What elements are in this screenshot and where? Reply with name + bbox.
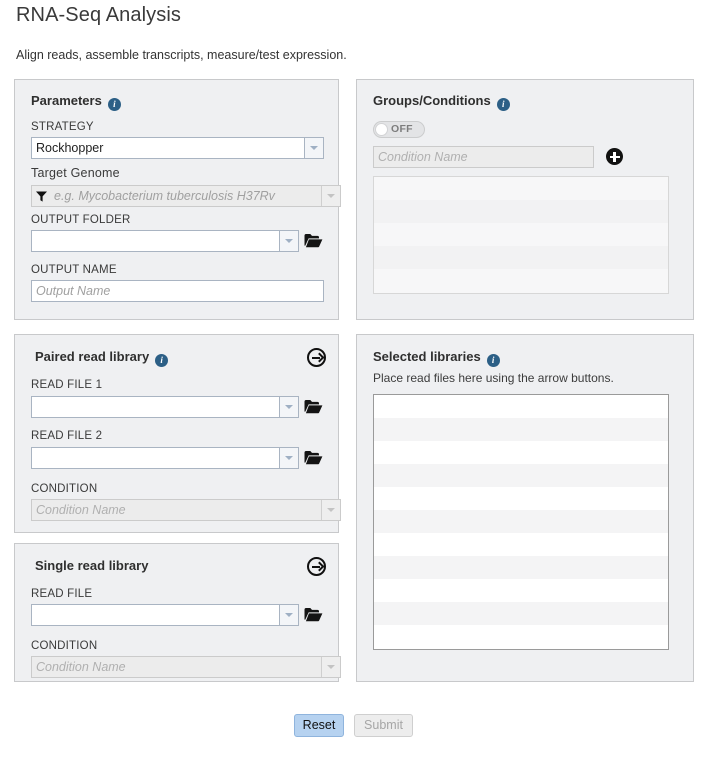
submit-button[interactable]: Submit: [354, 714, 413, 737]
paired-condition-value: Condition Name: [32, 500, 321, 520]
output-folder-label: OUTPUT FOLDER: [31, 214, 131, 226]
list-item[interactable]: [374, 487, 668, 510]
read-file-1-label: READ FILE 1: [31, 379, 102, 391]
target-genome-input[interactable]: e.g. Mycobacterium tuberculosis H37Rv: [50, 186, 321, 206]
paired-condition-label: CONDITION: [31, 483, 97, 495]
selected-libraries-list[interactable]: [373, 394, 669, 650]
reset-button[interactable]: Reset: [294, 714, 344, 737]
condition-name-field[interactable]: Condition Name: [373, 146, 594, 168]
list-item[interactable]: [374, 510, 668, 533]
chevron-down-icon[interactable]: [321, 657, 340, 677]
strategy-value: Rockhopper: [32, 138, 304, 158]
page-subtitle: Align reads, assemble transcripts, measu…: [16, 48, 347, 62]
list-item[interactable]: [374, 625, 668, 648]
chevron-down-icon[interactable]: [304, 138, 323, 158]
paired-read-library-title: Paired read library i: [35, 349, 168, 367]
read-file-1-value: [32, 397, 279, 417]
funnel-icon: [32, 186, 50, 206]
single-read-library-title: Single read library: [35, 558, 148, 573]
list-item[interactable]: [374, 556, 668, 579]
list-item[interactable]: [374, 223, 668, 246]
output-name-label: OUTPUT NAME: [31, 264, 117, 276]
rna-seq-analysis-page: RNA-Seq Analysis Align reads, assemble t…: [0, 0, 722, 759]
read-file-label: READ FILE: [31, 588, 92, 600]
target-genome-select[interactable]: e.g. Mycobacterium tuberculosis H37Rv: [31, 185, 341, 207]
chevron-down-icon[interactable]: [279, 231, 298, 251]
chevron-down-icon[interactable]: [279, 605, 298, 625]
read-file-select[interactable]: [31, 604, 299, 626]
toggle-label: OFF: [391, 122, 413, 137]
list-item[interactable]: [374, 177, 668, 200]
info-icon[interactable]: i: [487, 354, 500, 367]
output-name-field[interactable]: Output Name: [31, 280, 324, 302]
list-item[interactable]: [374, 269, 668, 292]
read-file-2-value: [32, 448, 279, 468]
paired-read-library-title-text: Paired read library: [35, 349, 149, 364]
strategy-select[interactable]: Rockhopper: [31, 137, 324, 159]
list-item[interactable]: [374, 579, 668, 602]
folder-icon[interactable]: [304, 399, 323, 414]
folder-icon[interactable]: [304, 450, 323, 465]
read-file-2-select[interactable]: [31, 447, 299, 469]
read-file-value: [32, 605, 279, 625]
parameters-title-text: Parameters: [31, 93, 102, 108]
selected-libraries-title-text: Selected libraries: [373, 349, 481, 364]
chevron-down-icon[interactable]: [321, 186, 340, 206]
info-icon[interactable]: i: [108, 98, 121, 111]
folder-icon[interactable]: [304, 233, 323, 248]
single-condition-select[interactable]: Condition Name: [31, 656, 341, 678]
folder-icon[interactable]: [304, 607, 323, 622]
list-item[interactable]: [374, 200, 668, 223]
add-condition-button[interactable]: [606, 148, 623, 165]
groups-conditions-title-text: Groups/Conditions: [373, 93, 491, 108]
single-condition-label: CONDITION: [31, 640, 97, 652]
arrow-right-circle-icon[interactable]: [307, 348, 326, 367]
groups-conditions-panel: Groups/Conditions i OFF Condition Name: [356, 79, 694, 320]
groups-conditions-title: Groups/Conditions i: [373, 93, 510, 111]
arrow-right-circle-icon[interactable]: [307, 557, 326, 576]
list-item[interactable]: [374, 418, 668, 441]
conditions-list[interactable]: [373, 176, 669, 294]
condition-name-input[interactable]: Condition Name: [374, 147, 593, 167]
read-file-2-label: READ FILE 2: [31, 430, 102, 442]
list-item[interactable]: [374, 246, 668, 269]
parameters-title: Parameters i: [31, 93, 121, 111]
output-name-input[interactable]: Output Name: [32, 281, 323, 301]
list-item[interactable]: [374, 464, 668, 487]
selected-libraries-subtitle: Place read files here using the arrow bu…: [373, 371, 614, 385]
output-folder-select[interactable]: [31, 230, 299, 252]
list-item[interactable]: [374, 441, 668, 464]
list-item[interactable]: [374, 533, 668, 556]
single-condition-value: Condition Name: [32, 657, 321, 677]
toggle-knob: [375, 123, 388, 136]
info-icon[interactable]: i: [497, 98, 510, 111]
list-item[interactable]: [374, 602, 668, 625]
list-item[interactable]: [374, 395, 668, 418]
chevron-down-icon[interactable]: [279, 448, 298, 468]
parameters-panel: Parameters i STRATEGY Rockhopper Target G…: [14, 79, 339, 320]
paired-condition-select[interactable]: Condition Name: [31, 499, 341, 521]
info-icon[interactable]: i: [155, 354, 168, 367]
groups-toggle[interactable]: OFF: [373, 121, 425, 138]
read-file-1-select[interactable]: [31, 396, 299, 418]
selected-libraries-panel: Selected libraries i Place read files her…: [356, 334, 694, 682]
single-read-library-panel: Single read library READ FILE CONDITION …: [14, 543, 339, 682]
strategy-label: STRATEGY: [31, 121, 94, 133]
target-genome-label: Target Genome: [31, 166, 120, 180]
chevron-down-icon[interactable]: [279, 397, 298, 417]
page-title: RNA-Seq Analysis: [16, 4, 181, 27]
paired-read-library-panel: Paired read library i READ FILE 1 READ FI…: [14, 334, 339, 533]
output-folder-value: [32, 231, 279, 251]
selected-libraries-title: Selected libraries i: [373, 349, 500, 367]
chevron-down-icon[interactable]: [321, 500, 340, 520]
